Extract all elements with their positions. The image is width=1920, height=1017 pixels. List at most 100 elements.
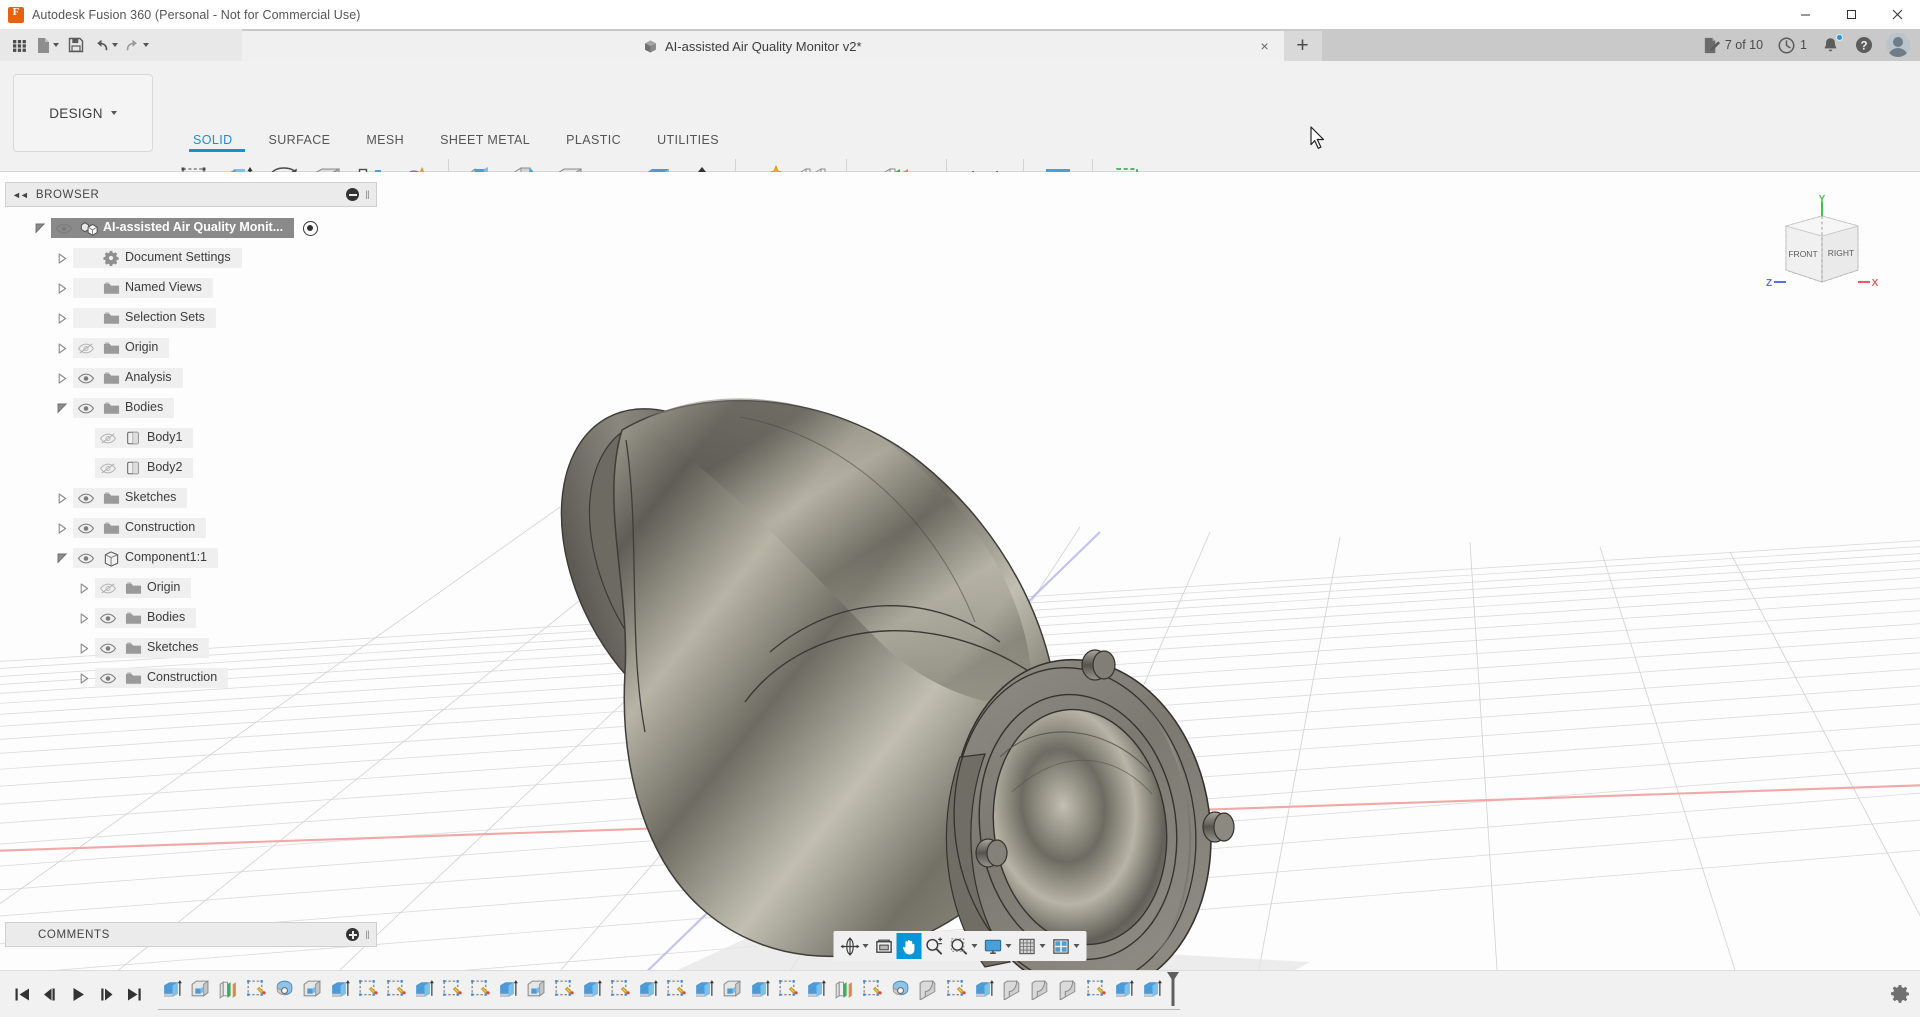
timeline-feature-sketch[interactable] <box>1082 974 1110 1004</box>
timeline-step-forward-button[interactable] <box>92 979 120 1009</box>
chevron-down-icon[interactable] <box>1040 944 1046 948</box>
visibility-toggle[interactable] <box>73 552 99 565</box>
timeline-feature-extrude[interactable] <box>1110 974 1138 1004</box>
workspace-selector[interactable]: DESIGN <box>13 74 153 152</box>
timeline-feature-sketch[interactable] <box>466 974 494 1004</box>
tree-node-sketches[interactable]: Sketches <box>5 483 377 513</box>
timeline-feature-sketch[interactable] <box>242 974 270 1004</box>
tree-expander[interactable] <box>51 313 73 324</box>
look-at-button[interactable] <box>872 933 897 959</box>
view-cube[interactable]: FRONT RIGHT Y X Z <box>1762 194 1882 304</box>
minus-circle-icon[interactable] <box>346 188 359 201</box>
timeline-feature-revolve[interactable] <box>886 974 914 1004</box>
visibility-toggle[interactable] <box>95 432 121 445</box>
visibility-toggle[interactable] <box>95 642 121 655</box>
visibility-toggle[interactable] <box>95 612 121 625</box>
fit-button[interactable] <box>947 933 981 959</box>
tree-node-body1[interactable]: Body1 <box>5 423 377 453</box>
tree-node-selection-sets[interactable]: Selection Sets <box>5 303 377 333</box>
timeline-settings-button[interactable] <box>1880 971 1920 1017</box>
timeline-feature-extrude[interactable] <box>410 974 438 1004</box>
tree-node-analysis[interactable]: Analysis <box>5 363 377 393</box>
history-status[interactable]: 1 <box>1771 31 1813 59</box>
app-grid-button[interactable] <box>6 32 32 58</box>
timeline-feature-extrude[interactable] <box>802 974 830 1004</box>
timeline-feature-shell[interactable] <box>298 974 326 1004</box>
tree-expander[interactable] <box>51 553 73 564</box>
tree-expander[interactable] <box>51 403 73 414</box>
new-tab-button[interactable]: + <box>1284 31 1322 61</box>
tree-expander[interactable] <box>51 523 73 534</box>
timeline-feature-revolve[interactable] <box>270 974 298 1004</box>
timeline-feature-fillet[interactable] <box>998 974 1026 1004</box>
resize-grip-icon[interactable]: ‖ <box>365 188 370 202</box>
tab-surface[interactable]: SURFACE <box>251 133 349 147</box>
timeline-feature-sketch[interactable] <box>438 974 466 1004</box>
close-button[interactable] <box>1874 0 1920 29</box>
timeline-feature-sketch[interactable] <box>662 974 690 1004</box>
visibility-toggle[interactable] <box>73 342 99 355</box>
timeline-feature-sketch[interactable] <box>606 974 634 1004</box>
timeline-feature-sketch[interactable] <box>382 974 410 1004</box>
tree-expander[interactable] <box>29 223 51 234</box>
tree-node-origin[interactable]: Origin <box>5 333 377 363</box>
timeline-feature-fillet[interactable] <box>1054 974 1082 1004</box>
timeline-feature-extrude[interactable] <box>158 974 186 1004</box>
timeline-feature-extrude[interactable] <box>1138 974 1166 1004</box>
visibility-toggle[interactable] <box>73 402 99 415</box>
visibility-toggle[interactable] <box>95 582 121 595</box>
close-document-button[interactable]: × <box>1256 37 1274 55</box>
tree-expander[interactable] <box>51 343 73 354</box>
chevron-down-icon[interactable] <box>1074 944 1080 948</box>
orbit-button[interactable] <box>838 933 872 959</box>
timeline-feature-sketch[interactable] <box>774 974 802 1004</box>
timeline-play-button[interactable] <box>64 979 92 1009</box>
chevron-down-icon[interactable] <box>863 944 869 948</box>
tree-node-component1-1[interactable]: Component1:1 <box>5 543 377 573</box>
visibility-toggle[interactable] <box>73 492 99 505</box>
tab-utilities[interactable]: UTILITIES <box>639 133 737 147</box>
grid-snaps-button[interactable] <box>1015 933 1049 959</box>
viewports-button[interactable] <box>1049 933 1083 959</box>
file-button[interactable] <box>34 32 61 58</box>
visibility-toggle[interactable] <box>51 222 77 235</box>
tree-expander[interactable] <box>51 253 73 264</box>
zoom-button[interactable] <box>922 933 947 959</box>
display-settings-button[interactable] <box>981 933 1015 959</box>
visibility-toggle[interactable] <box>95 462 121 475</box>
timeline-feature-offset-plane[interactable] <box>214 974 242 1004</box>
timeline-end-button[interactable] <box>120 979 148 1009</box>
timeline-track[interactable] <box>158 972 1880 1016</box>
timeline-begin-button[interactable] <box>8 979 36 1009</box>
tree-expander[interactable] <box>51 373 73 384</box>
avatar[interactable] <box>1886 33 1910 57</box>
jobs-status[interactable]: 7 of 10 <box>1696 31 1769 59</box>
timeline-feature-shell[interactable] <box>522 974 550 1004</box>
pan-button[interactable] <box>897 933 922 959</box>
tab-solid[interactable]: SOLID <box>175 133 251 147</box>
timeline-feature-fillet[interactable] <box>1026 974 1054 1004</box>
save-button[interactable] <box>63 32 89 58</box>
activate-component-radio[interactable] <box>303 221 318 236</box>
document-tab[interactable]: AI-assisted Air Quality Monitor v2* × <box>242 31 1284 61</box>
visibility-toggle[interactable] <box>95 672 121 685</box>
tree-node-sketches[interactable]: Sketches <box>5 633 377 663</box>
timeline-marker-icon[interactable] <box>1166 972 1180 1006</box>
undo-button[interactable] <box>91 32 120 58</box>
timeline-feature-extrude[interactable] <box>578 974 606 1004</box>
tree-expander[interactable] <box>73 643 95 654</box>
tree-node-body2[interactable]: Body2 <box>5 453 377 483</box>
tree-node-bodies[interactable]: Bodies <box>5 393 377 423</box>
tree-expander[interactable] <box>51 493 73 504</box>
tree-expander[interactable] <box>51 283 73 294</box>
tab-plastic[interactable]: PLASTIC <box>548 133 639 147</box>
tree-node-construction[interactable]: Construction <box>5 663 377 693</box>
tree-expander[interactable] <box>73 613 95 624</box>
visibility-toggle[interactable] <box>73 522 99 535</box>
collapse-left-icon[interactable]: ◄◄ <box>12 190 28 200</box>
tree-node-construction[interactable]: Construction <box>5 513 377 543</box>
timeline-feature-shell[interactable] <box>186 974 214 1004</box>
timeline-step-back-button[interactable] <box>36 979 64 1009</box>
tab-sheet-metal[interactable]: SHEET METAL <box>422 133 548 147</box>
plus-circle-icon[interactable] <box>346 928 359 941</box>
